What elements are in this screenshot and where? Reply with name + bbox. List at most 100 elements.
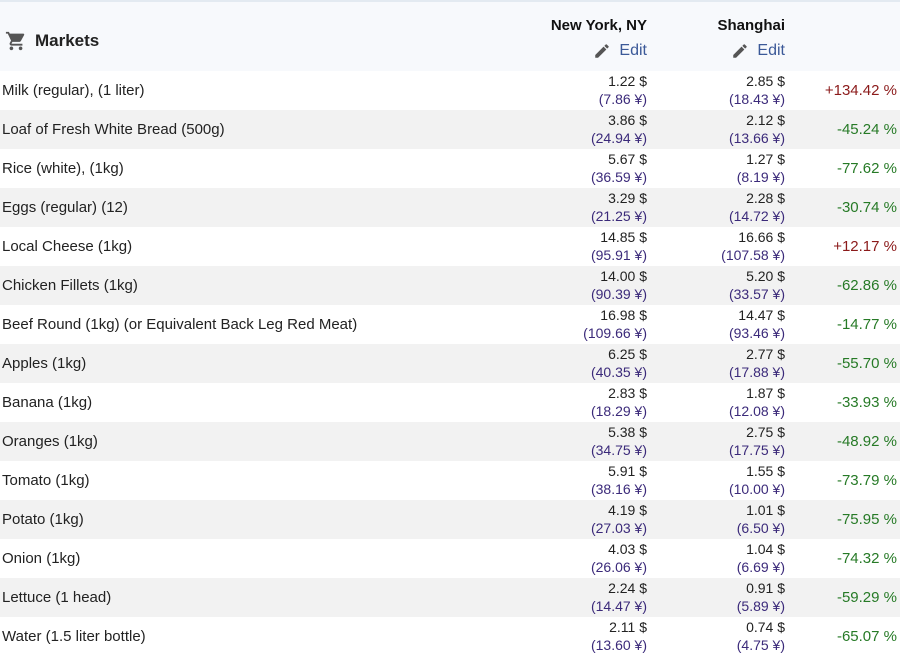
price-difference: -14.77 % xyxy=(836,316,897,333)
new-york-price-cny: (7.86 ¥) xyxy=(598,91,647,107)
new-york-price: 2.11 $ (13.60 ¥) xyxy=(591,618,647,654)
shanghai-price: 0.74 $ (4.75 ¥) xyxy=(737,618,785,654)
shanghai-price-cny: (18.43 ¥) xyxy=(728,91,785,107)
table-row: Lettuce (1 head) 2.24 $ (14.47 ¥) 0.91 $ (5.… xyxy=(0,578,900,617)
shanghai-price-cny: (6.50 ¥) xyxy=(736,520,785,536)
shanghai-price-usd: 2.75 $ xyxy=(746,424,785,440)
new-york-price-usd: 6.25 $ xyxy=(608,346,647,362)
shanghai-price-usd: 2.28 $ xyxy=(746,190,785,206)
new-york-price-cny: (18.29 ¥) xyxy=(590,403,647,419)
new-york-price: 5.91 $ (38.16 ¥) xyxy=(591,462,647,498)
shanghai-price-cny: (6.69 ¥) xyxy=(736,559,785,575)
new-york-price-usd: 5.38 $ xyxy=(608,424,647,440)
new-york-price-usd: 5.91 $ xyxy=(608,463,647,479)
shanghai-price-cny: (10.00 ¥) xyxy=(728,481,785,497)
table-body: Milk (regular), (1 liter) 1.22 $ (7.86 ¥) 2… xyxy=(0,71,900,656)
price-difference: -75.95 % xyxy=(836,511,897,528)
price-difference: -59.29 % xyxy=(836,589,897,606)
shanghai-price-usd: 0.74 $ xyxy=(746,619,785,635)
pencil-icon xyxy=(733,44,748,58)
item-name: Loaf of Fresh White Bread (500g) xyxy=(2,121,225,138)
item-name: Chicken Fillets (1kg) xyxy=(2,277,138,294)
table-row: Water (1.5 liter bottle) 2.11 $ (13.60 ¥) 0… xyxy=(0,617,900,656)
item-name: Milk (regular), (1 liter) xyxy=(2,82,145,99)
shanghai-price-cny: (12.08 ¥) xyxy=(728,403,785,419)
new-york-price-usd: 14.85 $ xyxy=(600,229,647,245)
item-name: Lettuce (1 head) xyxy=(2,589,112,606)
table-row: Banana (1kg) 2.83 $ (18.29 ¥) 1.87 $ (12.08 … xyxy=(0,383,900,422)
new-york-price-cny: (34.75 ¥) xyxy=(590,442,647,458)
shanghai-price-cny: (13.66 ¥) xyxy=(728,130,785,146)
new-york-price-usd: 3.29 $ xyxy=(608,190,647,206)
edit-label[interactable]: Edit xyxy=(619,42,647,60)
new-york-price-usd: 3.86 $ xyxy=(608,112,647,128)
shanghai-price-usd: 16.66 $ xyxy=(738,229,785,245)
new-york-price-usd: 2.24 $ xyxy=(608,580,647,596)
shanghai-price: 2.28 $ (14.72 ¥) xyxy=(729,189,785,225)
shanghai-price-cny: (5.89 ¥) xyxy=(736,598,785,614)
table-row: Beef Round (1kg) (or Equivalent Back Leg… xyxy=(0,305,900,344)
shanghai-price-usd: 5.20 $ xyxy=(746,268,785,284)
table-row: Local Cheese (1kg) 14.85 $ (95.91 ¥) 16.66 … xyxy=(0,227,900,266)
shanghai-price-usd: 1.04 $ xyxy=(746,541,785,557)
shanghai-price: 2.77 $ (17.88 ¥) xyxy=(729,345,785,381)
price-difference: -77.62 % xyxy=(836,160,897,177)
new-york-price-usd: 2.11 $ xyxy=(609,619,647,635)
new-york-price-usd: 2.83 $ xyxy=(608,385,647,401)
shanghai-price-cny: (107.58 ¥) xyxy=(721,247,785,263)
price-difference: -74.32 % xyxy=(836,550,897,567)
table-row: Oranges (1kg) 5.38 $ (34.75 ¥) 2.75 $ (17.75… xyxy=(0,422,900,461)
shanghai-price-cny: (33.57 ¥) xyxy=(728,286,785,302)
shanghai-price-usd: 2.85 $ xyxy=(746,73,785,89)
shanghai-price-usd: 0.91 $ xyxy=(746,580,785,596)
new-york-price: 5.67 $ (36.59 ¥) xyxy=(591,150,647,186)
new-york-price-cny: (38.16 ¥) xyxy=(590,481,647,497)
table-row: Loaf of Fresh White Bread (500g) 3.86 $ (2… xyxy=(0,110,900,149)
table-row: Apples (1kg) 6.25 $ (40.35 ¥) 2.77 $ (17.88 … xyxy=(0,344,900,383)
new-york-price-cny: (109.66 ¥) xyxy=(583,325,647,341)
price-difference: -48.92 % xyxy=(836,433,897,450)
price-difference: -33.93 % xyxy=(836,394,897,411)
item-name: Beef Round (1kg) (or Equivalent Back Leg… xyxy=(2,316,358,333)
new-york-price: 14.85 $ (95.91 ¥) xyxy=(591,228,647,264)
markets-title: Markets xyxy=(35,31,100,50)
new-york-price-cny: (21.25 ¥) xyxy=(590,208,647,224)
pencil-icon xyxy=(595,44,610,58)
edit-label[interactable]: Edit xyxy=(757,42,785,60)
table-row: Chicken Fillets (1kg) 14.00 $ (90.39 ¥) 5.2… xyxy=(0,266,900,305)
new-york-price-cny: (24.94 ¥) xyxy=(590,130,647,146)
new-york-price: 4.19 $ (27.03 ¥) xyxy=(591,501,647,537)
new-york-price: 14.00 $ (90.39 ¥) xyxy=(591,267,647,303)
edit-shanghai-button[interactable]: Edit xyxy=(731,42,785,60)
shopping-cart-icon xyxy=(5,31,25,51)
new-york-price: 3.29 $ (21.25 ¥) xyxy=(591,189,647,225)
new-york-price: 16.98 $ (109.66 ¥) xyxy=(583,306,647,342)
table-row: Eggs (regular) (12) 3.29 $ (21.25 ¥) 2.28 $… xyxy=(0,188,900,227)
edit-new-york-button[interactable]: Edit xyxy=(593,42,647,60)
city-shanghai-header: Shanghai xyxy=(717,17,785,34)
price-difference: +12.17 % xyxy=(833,238,897,255)
table-row: Potato (1kg) 4.19 $ (27.03 ¥) 1.01 $ (6.50 ¥… xyxy=(0,500,900,539)
item-name: Rice (white), (1kg) xyxy=(2,160,124,177)
item-name: Apples (1kg) xyxy=(2,355,87,372)
shanghai-price: 16.66 $ (107.58 ¥) xyxy=(721,228,785,264)
shanghai-price: 1.04 $ (6.69 ¥) xyxy=(737,540,785,576)
item-name: Onion (1kg) xyxy=(2,550,81,567)
table-row: Milk (regular), (1 liter) 1.22 $ (7.86 ¥) 2… xyxy=(0,71,900,110)
new-york-price-cny: (27.03 ¥) xyxy=(590,520,647,536)
new-york-price-usd: 4.03 $ xyxy=(608,541,647,557)
item-name: Local Cheese (1kg) xyxy=(2,238,133,255)
new-york-price-usd: 16.98 $ xyxy=(600,307,647,323)
new-york-price: 6.25 $ (40.35 ¥) xyxy=(591,345,647,381)
price-difference: -73.79 % xyxy=(836,472,897,489)
price-difference: -45.24 % xyxy=(836,121,897,138)
new-york-price-usd: 14.00 $ xyxy=(600,268,647,284)
shanghai-price: 1.01 $ (6.50 ¥) xyxy=(737,501,785,537)
new-york-price-cny: (95.91 ¥) xyxy=(590,247,647,263)
new-york-price: 2.24 $ (14.47 ¥) xyxy=(591,579,647,615)
item-name: Potato (1kg) xyxy=(2,511,84,528)
shanghai-price-cny: (14.72 ¥) xyxy=(728,208,785,224)
new-york-price: 1.22 $ (7.86 ¥) xyxy=(599,72,647,108)
shanghai-price: 2.12 $ (13.66 ¥) xyxy=(729,111,785,147)
new-york-price-cny: (13.60 ¥) xyxy=(590,637,647,653)
